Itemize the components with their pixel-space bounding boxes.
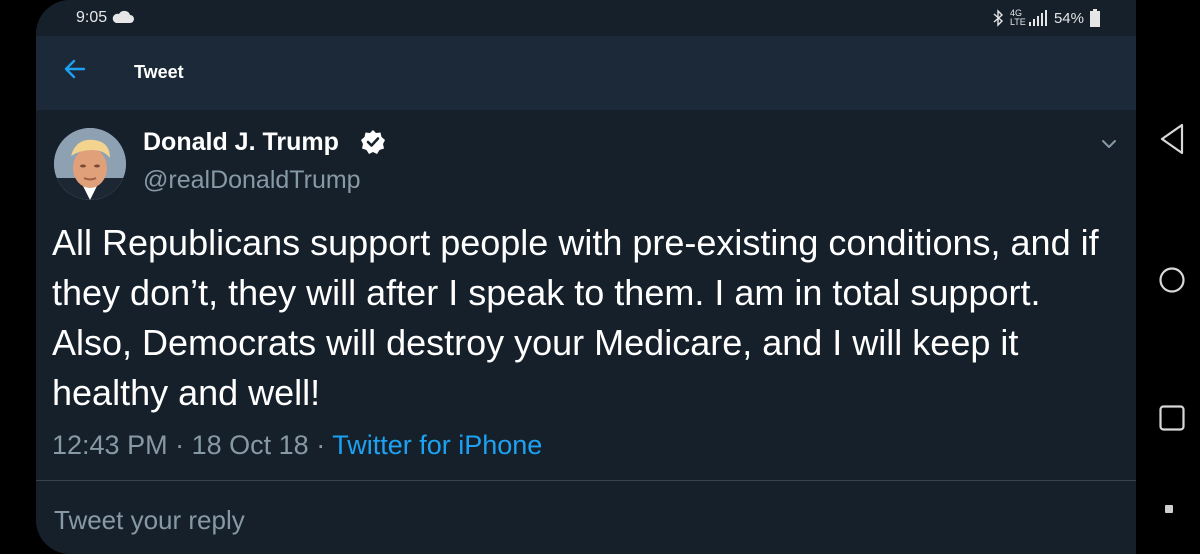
status-icons: 4G LTE 54% [992,7,1100,29]
signal-icon [1028,10,1047,26]
arrow-left-icon[interactable] [62,56,88,82]
battery-icon [1090,9,1100,27]
page-title: Tweet [134,62,184,82]
nav-recents-icon[interactable] [1158,404,1186,432]
chevron-down-icon[interactable] [1098,133,1120,155]
tweet-time: 12:43 PM [52,430,168,460]
avatar[interactable] [54,128,126,200]
nav-indicator-dot [1165,505,1173,513]
author-handle[interactable]: @realDonaldTrump [143,166,361,195]
verified-badge-icon [361,130,385,154]
nav-home-icon[interactable] [1158,266,1186,294]
status-bar: 9:05 4G LTE 54% [36,0,1136,36]
meta-separator: · [175,430,185,460]
tweet-date: 18 Oct 18 [191,430,309,460]
tweet-meta: 12:43 PM · 18 Oct 18 · Twitter for iPhon… [52,430,542,461]
author-name[interactable]: Donald J. Trump [143,128,339,157]
tweet-source-link[interactable]: Twitter for iPhone [332,430,542,460]
nav-back-icon[interactable] [1158,122,1186,156]
cloud-icon [112,10,134,23]
network-type: 4G LTE [1009,8,1026,27]
meta-separator-2: · [316,430,326,460]
app-header: Tweet [36,36,1136,110]
battery-percent: 54% [1053,9,1084,27]
reply-input[interactable]: Tweet your reply [36,481,1136,554]
tweet-text: All Republicans support people with pre-… [52,222,1099,413]
app-screen: 9:05 4G LTE 54% Tweet Donald J. Trump @r… [36,0,1136,554]
bluetooth-icon [993,9,1003,27]
status-time: 9:05 [76,9,108,26]
avatar-portrait [54,128,126,200]
